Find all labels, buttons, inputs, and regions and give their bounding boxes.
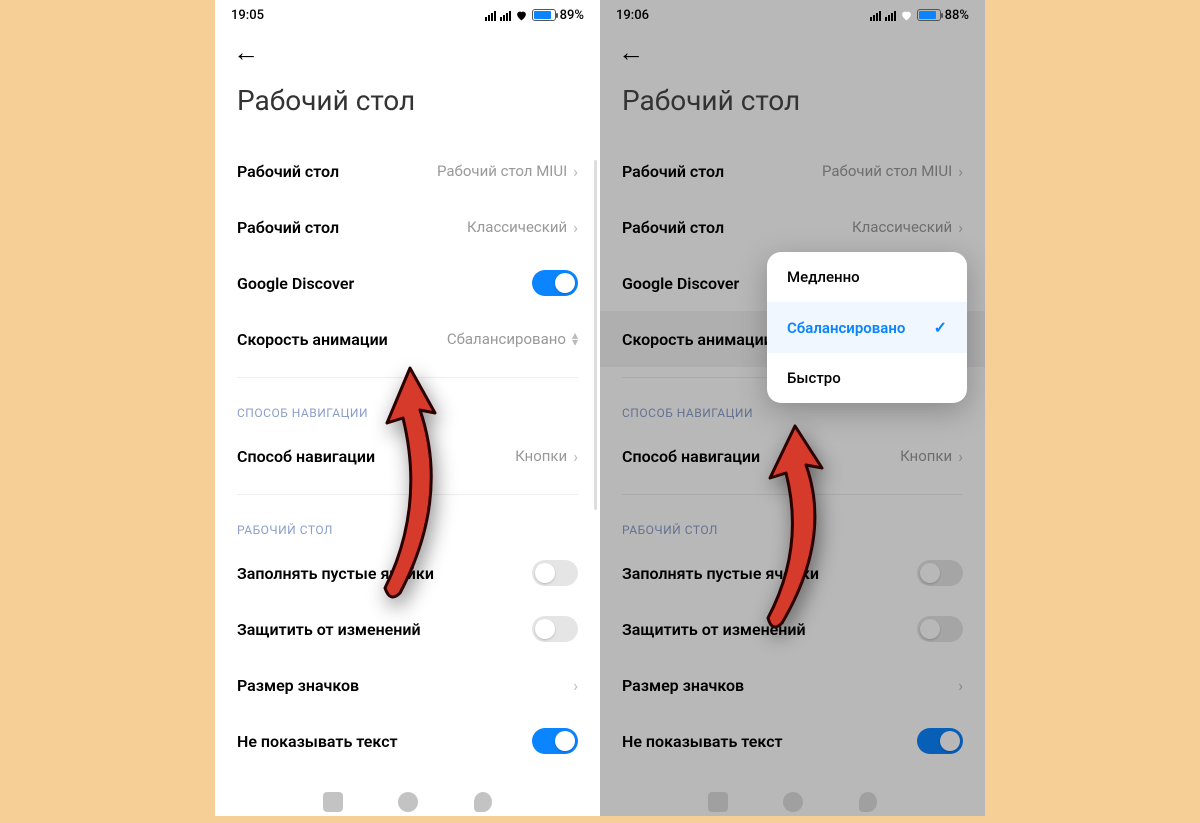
popup-option-fast[interactable]: Быстро [767,353,967,403]
toggle-fill-empty[interactable] [917,560,963,586]
row-hide-text: Не показывать текст [215,713,600,769]
chevron-right-icon: › [958,447,963,466]
battery-icon [917,9,941,21]
row-label: Размер значков [622,676,744,695]
toggle-hide-text[interactable] [532,728,578,754]
heart-icon [900,9,913,22]
row-label: Размер значков [237,676,359,695]
nav-home[interactable] [398,792,418,812]
battery-icon [532,9,556,21]
chevron-right-icon: › [573,447,578,466]
section-nav-method: СПОСОБ НАВИГАЦИИ [215,378,600,428]
row-value: Кнопки [900,447,952,465]
row-label: Google Discover [237,274,354,293]
nav-home[interactable] [783,792,803,812]
row-label: Заполнять пустые ячейки [237,564,434,583]
row-style[interactable]: Рабочий стол Классический › [215,199,600,255]
nav-recents[interactable] [323,792,343,812]
chevron-right-icon: › [958,676,963,695]
back-button[interactable]: ← [618,40,644,66]
system-nav-bar [600,792,985,812]
toggle-lock-layout[interactable] [917,616,963,642]
row-nav-method[interactable]: Способ навигации Кнопки › [215,428,600,484]
row-label: Google Discover [622,274,739,293]
popup-option-label: Быстро [787,369,841,387]
popup-option-label: Медленно [787,268,860,286]
row-fill-empty: Заполнять пустые ячейки [600,545,985,601]
signal-icon [485,9,496,21]
status-bar: 19:05 89% [215,0,600,30]
chevron-right-icon: › [573,676,578,695]
system-nav-bar [215,792,600,812]
updown-icon: ▴▾ [572,332,578,346]
page-title: Рабочий стол [600,66,985,143]
row-label: Защитить от изменений [622,620,806,639]
chevron-right-icon: › [573,218,578,237]
section-home-screen: РАБОЧИЙ СТОЛ [600,495,985,545]
toggle-lock-layout[interactable] [532,616,578,642]
status-time: 19:05 [231,8,264,23]
toggle-hide-text[interactable] [917,728,963,754]
nav-back[interactable] [474,792,492,812]
phone-screen-right: 19:06 88% ← Рабочий стол Рабочий стол Ра… [600,0,985,816]
row-anim-speed[interactable]: Скорость анимации Сбалансировано ▴▾ [215,311,600,367]
row-label: Защитить от изменений [237,620,421,639]
chevron-right-icon: › [573,162,578,181]
signal-icon [870,9,881,21]
row-value: Рабочий стол MIUI [822,162,952,180]
row-label: Рабочий стол [622,218,724,237]
row-value: Кнопки [515,447,567,465]
row-label: Способ навигации [237,447,375,466]
row-lock-layout: Защитить от изменений [215,601,600,657]
heart-icon [515,9,528,22]
status-time: 19:06 [616,8,649,23]
toggle-fill-empty[interactable] [532,560,578,586]
chevron-right-icon: › [958,218,963,237]
check-icon: ✓ [934,318,947,337]
popup-option-slow[interactable]: Медленно [767,252,967,302]
row-lock-layout: Защитить от изменений [600,601,985,657]
row-label: Не показывать текст [237,732,398,751]
status-bar: 19:06 88% [600,0,985,30]
signal-icon [500,9,511,21]
page-title: Рабочий стол [215,66,600,143]
row-hide-text: Не показывать текст [600,713,985,769]
toggle-discover[interactable] [532,270,578,296]
row-label: Рабочий стол [237,162,339,181]
row-launcher[interactable]: Рабочий стол Рабочий стол MIUI › [215,143,600,199]
row-style[interactable]: Рабочий стол Классический › [600,199,985,255]
chevron-right-icon: › [958,162,963,181]
row-icon-size[interactable]: Размер значков › [215,657,600,713]
row-label: Рабочий стол [237,218,339,237]
row-label: Скорость анимации [237,330,388,349]
nav-back[interactable] [859,792,877,812]
section-home-screen: РАБОЧИЙ СТОЛ [215,495,600,545]
row-value: Сбалансировано [447,330,566,348]
row-label: Способ навигации [622,447,760,466]
row-launcher[interactable]: Рабочий стол Рабочий стол MIUI › [600,143,985,199]
row-label: Скорость анимации [622,330,773,349]
popup-option-label: Сбалансировано [787,319,905,337]
row-nav-method[interactable]: Способ навигации Кнопки › [600,428,985,484]
anim-speed-popup: Медленно Сбалансировано ✓ Быстро [767,252,967,403]
popup-option-balanced[interactable]: Сбалансировано ✓ [767,302,967,353]
row-label: Не показывать текст [622,732,783,751]
phone-screen-left: 19:05 89% ← Рабочий стол Рабочий стол Ра… [215,0,600,816]
row-value: Классический [467,218,567,236]
row-label: Рабочий стол [622,162,724,181]
back-button[interactable]: ← [233,40,259,66]
battery-percent: 89% [560,8,584,23]
row-label: Заполнять пустые ячейки [622,564,819,583]
signal-icon [885,9,896,21]
row-icon-size[interactable]: Размер значков › [600,657,985,713]
battery-percent: 88% [945,8,969,23]
nav-recents[interactable] [708,792,728,812]
row-value: Рабочий стол MIUI [437,162,567,180]
row-discover: Google Discover [215,255,600,311]
row-fill-empty: Заполнять пустые ячейки [215,545,600,601]
row-value: Классический [852,218,952,236]
